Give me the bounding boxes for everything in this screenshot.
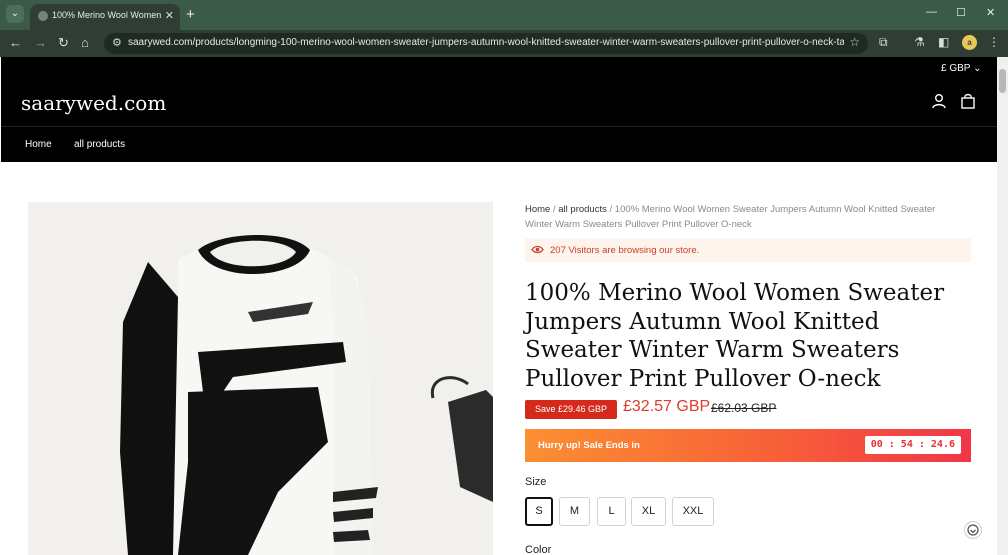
chevron-down-icon: ⌄: [973, 63, 982, 74]
scrollbar-thumb[interactable]: [999, 69, 1006, 93]
site-logo[interactable]: saarywed.com: [21, 91, 166, 115]
breadcrumb-all-products[interactable]: all products: [558, 204, 607, 215]
tab-search-dropdown-icon[interactable]: ⌄: [6, 5, 24, 23]
breadcrumb: Home / all products / 100% Merino Wool W…: [525, 202, 957, 232]
browser-toolbar: ← → ↻ ⌂ ⚙ saarywed.com/products/longming…: [0, 30, 1008, 57]
page-scrollbar[interactable]: [997, 57, 1008, 555]
bookmark-star-icon[interactable]: ☆: [849, 35, 860, 49]
cart-bag-icon[interactable]: [960, 93, 976, 109]
profile-avatar[interactable]: a: [962, 35, 977, 50]
compare-price: £62.03 GBP: [711, 401, 777, 415]
web-page: £ GBP ⌄ saarywed.com Home all products H…: [1, 57, 997, 555]
breadcrumb-home[interactable]: Home: [525, 204, 550, 215]
color-label: Color: [525, 544, 552, 555]
address-bar[interactable]: ⚙ saarywed.com/products/longming-100-mer…: [104, 33, 868, 54]
site-info-icon[interactable]: ⚙: [112, 36, 122, 49]
browser-tab-bar: ⌄ 100% Merino Wool Women Sw ✕ + — ☐ ✕: [0, 0, 1008, 30]
currency-label: £ GBP: [941, 63, 971, 74]
sale-countdown-bar: Hurry up! Sale Ends in 00 : 54 : 24.6: [525, 429, 971, 462]
chat-widget-button[interactable]: [964, 521, 982, 539]
eye-icon: [531, 245, 544, 254]
new-tab-icon[interactable]: +: [186, 6, 195, 23]
window-close-icon[interactable]: ✕: [986, 6, 995, 19]
visitors-notice: 207 Visitors are browsing our store.: [525, 238, 971, 262]
breadcrumb-separator: /: [606, 204, 615, 215]
size-label: Size: [525, 476, 547, 488]
save-badge: Save £29.46 GBP: [525, 400, 617, 419]
product-title: 100% Merino Wool Women Sweater Jumpers A…: [525, 280, 945, 392]
home-icon[interactable]: ⌂: [81, 35, 89, 50]
tab-favicon-icon: [38, 11, 48, 21]
header-divider: [1, 126, 997, 127]
forward-icon[interactable]: →: [34, 35, 47, 50]
nav-all-products[interactable]: all products: [74, 139, 125, 150]
address-url[interactable]: saarywed.com/products/longming-100-merin…: [128, 37, 844, 48]
chat-icon: [967, 524, 979, 536]
reload-icon[interactable]: ↻: [58, 35, 69, 51]
tab-close-icon[interactable]: ✕: [165, 9, 174, 22]
browser-menu-icon[interactable]: ⋮: [988, 35, 1000, 49]
size-option-l[interactable]: L: [597, 497, 626, 526]
countdown-timer: 00 : 54 : 24.6: [864, 436, 961, 454]
browser-tab[interactable]: 100% Merino Wool Women Sw ✕: [30, 4, 180, 30]
size-option-m[interactable]: M: [559, 497, 590, 526]
maximize-icon[interactable]: ☐: [956, 6, 966, 19]
tab-title: 100% Merino Wool Women Sw: [52, 10, 164, 20]
sweater-photo: [28, 202, 493, 555]
back-icon[interactable]: ←: [9, 35, 22, 50]
product-image[interactable]: [28, 202, 493, 555]
site-header: £ GBP ⌄ saarywed.com Home all products: [1, 57, 997, 162]
labs-flask-icon[interactable]: ⚗: [914, 35, 925, 49]
size-option-xxl[interactable]: XXL: [672, 497, 714, 526]
minimize-icon[interactable]: —: [926, 6, 937, 18]
size-option-s[interactable]: S: [525, 497, 553, 526]
sale-countdown-text: Hurry up! Sale Ends in: [538, 440, 640, 451]
size-option-xl[interactable]: XL: [631, 497, 666, 526]
nav-home[interactable]: Home: [25, 139, 52, 150]
side-panel-icon[interactable]: ◧: [938, 35, 949, 49]
extensions-icon[interactable]: ⧉: [879, 35, 888, 50]
currency-selector[interactable]: £ GBP ⌄: [941, 63, 981, 74]
visitors-text: 207 Visitors are browsing our store.: [550, 245, 700, 256]
sale-price: £32.57 GBP: [623, 398, 711, 415]
account-icon[interactable]: [931, 93, 947, 109]
